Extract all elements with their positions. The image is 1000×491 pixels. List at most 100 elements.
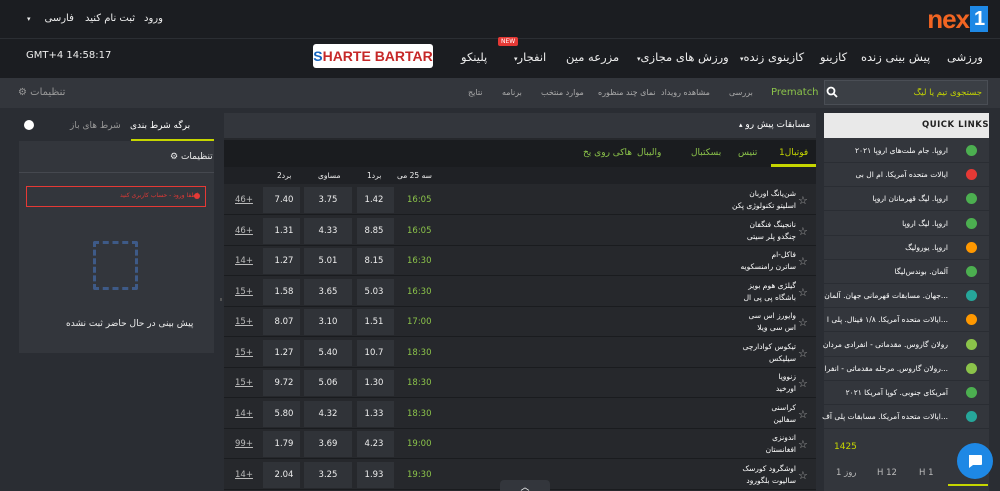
odd-away[interactable]: 1.31 <box>264 226 304 236</box>
tab-1-day[interactable]: 1 روز <box>836 468 856 478</box>
tab-prematch[interactable]: Prematch <box>771 87 819 98</box>
odd-draw[interactable]: 5.06 <box>308 378 348 388</box>
nav-crash[interactable]: ▾انفجار <box>514 50 546 64</box>
settings-link[interactable]: ⚙ تنظیمات <box>18 87 65 98</box>
star-icon[interactable]: ☆ <box>798 469 808 482</box>
site-logo[interactable]: nex 1 <box>927 3 988 34</box>
nav-casino[interactable]: کازینو <box>820 50 847 64</box>
odd-draw[interactable]: 3.25 <box>308 470 348 480</box>
nav-sports[interactable]: ورزشی <box>947 50 983 64</box>
language-label: فارسی <box>44 13 74 24</box>
star-icon[interactable]: ☆ <box>798 438 808 451</box>
tab-multi-view[interactable]: نمای چند منظوره <box>598 88 656 97</box>
quick-link-label: ایالات متحده آمریکا. مسابقات پلی آف... <box>822 412 948 421</box>
star-icon[interactable]: ☆ <box>798 194 808 207</box>
odd-away[interactable]: 9.72 <box>264 378 304 388</box>
language-select[interactable]: ▾ فارسی <box>27 13 74 24</box>
logo-text: nex <box>927 3 970 34</box>
odd-away[interactable]: 1.27 <box>264 348 304 358</box>
odd-draw[interactable]: 5.01 <box>308 256 348 266</box>
chat-button[interactable] <box>957 443 993 479</box>
nav-virtual[interactable]: ▾ورزش های مجازی <box>637 50 729 64</box>
nav-minefield[interactable]: مزرعه مین <box>566 50 619 64</box>
odd-home[interactable]: 4.23 <box>354 439 394 449</box>
odd-home[interactable]: 10.7 <box>354 348 394 358</box>
odd-draw[interactable]: 3.10 <box>308 317 348 327</box>
more-markets-link[interactable]: 99+ <box>235 439 253 449</box>
more-markets-link[interactable]: 46+ <box>235 226 253 236</box>
odd-draw[interactable]: 3.65 <box>308 287 348 297</box>
more-markets-link[interactable]: 14+ <box>235 409 253 419</box>
odd-away[interactable]: 5.80 <box>264 409 304 419</box>
odd-home[interactable]: 1.93 <box>354 470 394 480</box>
tab-results[interactable]: نتایج <box>468 88 482 97</box>
star-icon[interactable]: ☆ <box>798 377 808 390</box>
star-icon[interactable]: ☆ <box>798 408 808 421</box>
tab-volleyball[interactable]: والیبال <box>637 148 661 158</box>
matches-title[interactable]: ▴ مسابقات پیش رو <box>739 120 810 130</box>
tab-review[interactable]: بررسی <box>729 88 753 97</box>
quick-link-label: آمریکای جنوبی. کوپا آمریکا ۲۰۲۱ <box>845 388 948 397</box>
register-link[interactable]: ثبت نام کنید <box>85 13 135 24</box>
nav-plinko[interactable]: پلینکو <box>461 50 487 64</box>
odd-away[interactable]: 1.27 <box>264 256 304 266</box>
star-icon[interactable]: ☆ <box>798 255 808 268</box>
odd-home[interactable]: 1.42 <box>354 195 394 205</box>
star-icon[interactable]: ☆ <box>798 316 808 329</box>
odd-draw[interactable]: 3.69 <box>308 439 348 449</box>
more-markets-link[interactable]: 46+ <box>235 195 253 205</box>
login-link[interactable]: ورود <box>144 13 163 24</box>
odd-home[interactable]: 8.85 <box>354 226 394 236</box>
search-icon[interactable] <box>826 86 838 101</box>
odd-away[interactable]: 1.58 <box>264 287 304 297</box>
tab-1-hour[interactable]: H 1 <box>919 468 934 478</box>
clock: GMT+4 14:58:17 <box>26 50 112 61</box>
tab-betslip[interactable]: برگه شرط بندی <box>130 121 190 131</box>
nav-live-casino[interactable]: ▾کازینوی زنده <box>740 50 804 64</box>
team-home: وایورز اس سی <box>748 311 796 320</box>
odd-home[interactable]: 1.30 <box>354 378 394 388</box>
odd-home[interactable]: 8.15 <box>354 256 394 266</box>
more-markets-link[interactable]: 14+ <box>235 256 253 266</box>
more-markets-link[interactable]: 15+ <box>235 348 253 358</box>
odd-away[interactable]: 2.04 <box>264 470 304 480</box>
star-icon[interactable]: ☆ <box>798 347 808 360</box>
odd-draw[interactable]: 4.32 <box>308 409 348 419</box>
error-message: لطفا ورود - حساب کاربری کنید <box>120 192 199 199</box>
tab-ice-hockey[interactable]: هاکی روی یخ <box>583 148 632 158</box>
odd-away[interactable]: 7.40 <box>264 195 304 205</box>
team-away: اسلیتو تکنولوژی پکن <box>732 201 796 210</box>
star-icon[interactable]: ☆ <box>798 225 808 238</box>
scroll-up-button[interactable]: ︿ <box>500 480 550 491</box>
tab-football[interactable]: فوتبال1 <box>779 148 808 158</box>
odd-home[interactable]: 1.51 <box>354 317 394 327</box>
partner-logo[interactable]: S HARTE BARTAR <box>313 44 433 68</box>
odd-home[interactable]: 1.33 <box>354 409 394 419</box>
more-markets-link[interactable]: 14+ <box>235 470 253 480</box>
match-time: 16:05 <box>407 195 432 205</box>
share-icon[interactable] <box>24 120 34 130</box>
odd-draw[interactable]: 3.75 <box>308 195 348 205</box>
odd-away[interactable]: 8.07 <box>264 317 304 327</box>
more-markets-link[interactable]: 15+ <box>235 317 253 327</box>
odd-home[interactable]: 5.03 <box>354 287 394 297</box>
more-markets-link[interactable]: 15+ <box>235 287 253 297</box>
nav-live[interactable]: پیش بینی زنده <box>861 50 930 64</box>
tab-event-view[interactable]: مشاهده رویداد <box>661 88 710 97</box>
tab-basketball[interactable]: بسکتبال <box>691 148 721 158</box>
tab-open-bets[interactable]: شرط های باز <box>70 121 121 131</box>
tab-schedule[interactable]: برنامه <box>502 88 522 97</box>
tab-12-hours[interactable]: H 12 <box>877 468 897 478</box>
star-icon[interactable]: ☆ <box>798 286 808 299</box>
odd-draw[interactable]: 5.40 <box>308 348 348 358</box>
betslip-settings[interactable]: ⚙ تنظیمات <box>170 152 213 162</box>
odd-away[interactable]: 1.79 <box>264 439 304 449</box>
tab-favorites[interactable]: موارد منتخب <box>541 88 584 97</box>
search-input[interactable] <box>842 80 988 105</box>
matches-header[interactable] <box>224 113 816 138</box>
odd-draw[interactable]: 4.33 <box>308 226 348 236</box>
tab-tennis[interactable]: تنیس <box>738 148 757 158</box>
more-markets-link[interactable]: 15+ <box>235 378 253 388</box>
col-home: برد1 <box>367 171 382 180</box>
partner-logo-initial: S <box>313 48 323 64</box>
